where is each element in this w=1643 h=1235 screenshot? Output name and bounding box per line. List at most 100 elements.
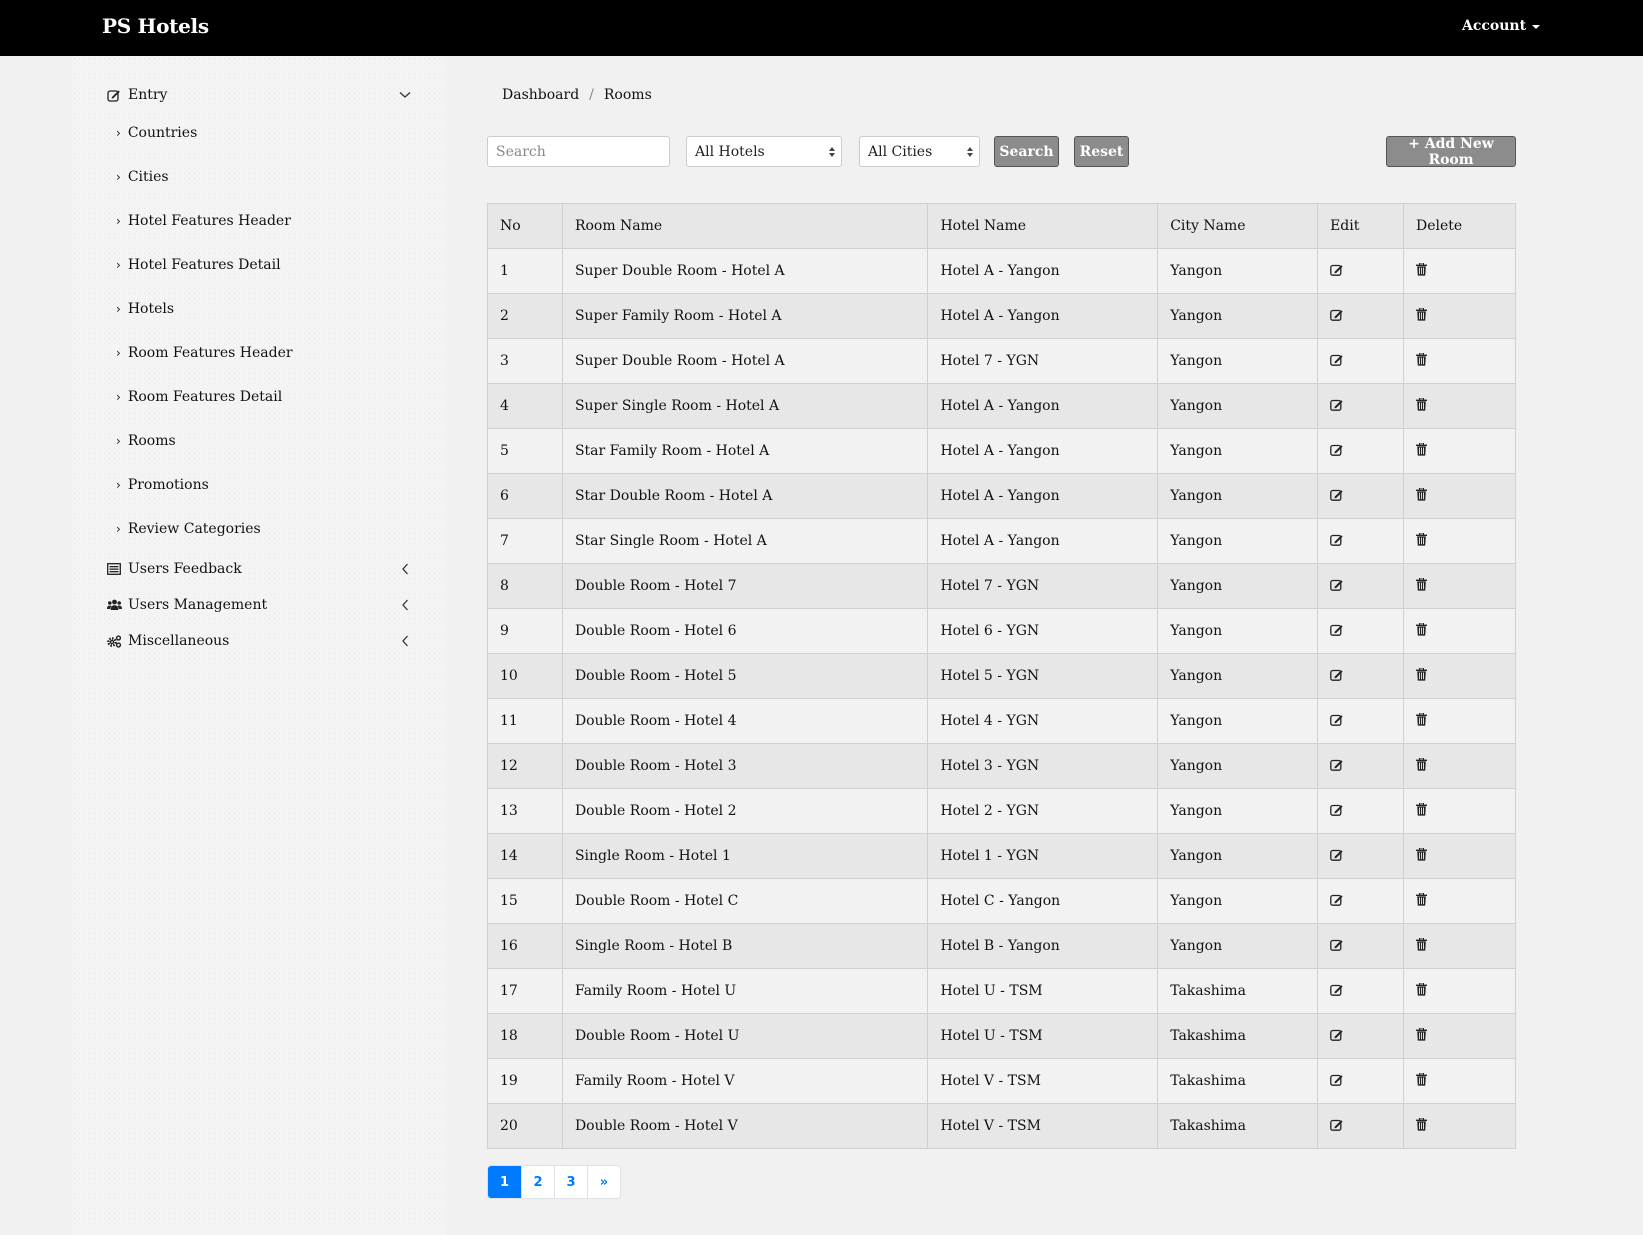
search-button[interactable]: Search: [994, 136, 1059, 167]
edit-icon[interactable]: [1330, 623, 1344, 636]
city-select[interactable]: All Cities: [859, 136, 980, 167]
brand-logo[interactable]: PS Hotels: [102, 14, 209, 38]
edit-icon[interactable]: [1330, 803, 1344, 816]
trash-icon[interactable]: [1416, 802, 1428, 816]
cell-no: 15: [487, 878, 563, 924]
trash-icon[interactable]: [1416, 937, 1428, 951]
table-row: 14 Single Room - Hotel 1 Hotel 1 - YGN Yang…: [487, 833, 1516, 879]
cell-room-name: Double Room - Hotel U: [561, 1013, 929, 1059]
sidebar-item-hotel-features-header[interactable]: › Hotel Features Header: [116, 210, 291, 232]
edit-icon[interactable]: [1330, 713, 1344, 726]
trash-icon[interactable]: [1416, 397, 1428, 411]
trash-icon[interactable]: [1416, 892, 1428, 906]
users-icon: [106, 597, 122, 613]
sidebar: Entry › Countries › Cities › Hotel Features…: [72, 56, 446, 1235]
sidebar-item-room-features-detail[interactable]: › Room Features Detail: [116, 386, 282, 408]
cell-city-name: Yangon: [1157, 923, 1319, 969]
breadcrumb-dashboard[interactable]: Dashboard: [502, 87, 579, 103]
cell-city-name: Yangon: [1157, 788, 1319, 834]
cell-hotel-name: Hotel V - TSM: [927, 1103, 1159, 1149]
trash-icon[interactable]: [1416, 757, 1428, 771]
sidebar-item-room-features-header[interactable]: › Room Features Header: [116, 342, 293, 364]
edit-icon[interactable]: [1330, 263, 1344, 276]
cell-delete: [1403, 563, 1516, 609]
edit-icon[interactable]: [1330, 533, 1344, 546]
trash-icon[interactable]: [1416, 352, 1428, 366]
trash-icon[interactable]: [1416, 442, 1428, 456]
search-input[interactable]: [487, 136, 670, 167]
cell-room-name: Double Room - Hotel 5: [561, 653, 929, 699]
cell-delete: [1403, 383, 1516, 429]
trash-icon[interactable]: [1416, 1072, 1428, 1086]
trash-icon[interactable]: [1416, 667, 1428, 681]
caret-down-icon: [1532, 24, 1541, 29]
trash-icon[interactable]: [1416, 487, 1428, 501]
trash-icon[interactable]: [1416, 577, 1428, 591]
cell-delete: [1403, 788, 1516, 834]
cell-delete: [1403, 1103, 1516, 1149]
sidebar-group-users-management[interactable]: Users Management: [106, 593, 412, 617]
sidebar-item-countries[interactable]: › Countries: [116, 122, 197, 144]
sidebar-item-hotel-features-detail[interactable]: › Hotel Features Detail: [116, 254, 281, 276]
cell-city-name: Yangon: [1157, 338, 1319, 384]
trash-icon[interactable]: [1416, 262, 1428, 276]
cell-delete: [1403, 473, 1516, 519]
edit-icon[interactable]: [1330, 893, 1344, 906]
trash-icon[interactable]: [1416, 1027, 1428, 1041]
edit-icon[interactable]: [1330, 308, 1344, 321]
sidebar-group-users-feedback[interactable]: Users Feedback: [106, 557, 412, 581]
cell-hotel-name: Hotel 7 - YGN: [927, 563, 1159, 609]
edit-icon[interactable]: [1330, 848, 1344, 861]
sidebar-group-miscellaneous[interactable]: Miscellaneous: [106, 629, 412, 653]
edit-icon[interactable]: [1330, 758, 1344, 771]
edit-icon[interactable]: [1330, 983, 1344, 996]
edit-icon[interactable]: [1330, 668, 1344, 681]
trash-icon[interactable]: [1416, 982, 1428, 996]
cell-room-name: Double Room - Hotel 2: [561, 788, 929, 834]
chevron-left-icon: [398, 634, 412, 648]
edit-icon[interactable]: [1330, 443, 1344, 456]
trash-icon[interactable]: [1416, 532, 1428, 546]
add-new-room-button[interactable]: + Add New Room: [1386, 136, 1516, 168]
reset-button[interactable]: Reset: [1074, 136, 1129, 167]
trash-icon[interactable]: [1416, 622, 1428, 636]
page-next[interactable]: »: [587, 1166, 620, 1198]
table-row: 5 Star Family Room - Hotel A Hotel A - Yan…: [487, 428, 1516, 474]
cell-edit: [1317, 518, 1405, 564]
sidebar-item-review-categories[interactable]: › Review Categories: [116, 518, 261, 540]
cell-edit: [1317, 248, 1405, 294]
cell-edit: [1317, 428, 1405, 474]
trash-icon[interactable]: [1416, 712, 1428, 726]
trash-icon[interactable]: [1416, 847, 1428, 861]
sidebar-item-rooms[interactable]: › Rooms: [116, 430, 176, 452]
edit-icon[interactable]: [1330, 398, 1344, 411]
sidebar-item-cities[interactable]: › Cities: [116, 166, 169, 188]
edit-icon[interactable]: [1330, 1028, 1344, 1041]
edit-icon[interactable]: [1330, 938, 1344, 951]
table-row: 12 Double Room - Hotel 3 Hotel 3 - YGN Yang…: [487, 743, 1516, 789]
hotel-select[interactable]: All Hotels: [686, 136, 842, 167]
sidebar-group-entry[interactable]: Entry: [106, 83, 412, 107]
account-dropdown[interactable]: Account: [1462, 18, 1541, 34]
edit-icon[interactable]: [1330, 488, 1344, 501]
sidebar-item-hotels[interactable]: › Hotels: [116, 298, 174, 320]
page-2[interactable]: 2: [521, 1166, 554, 1198]
sidebar-item-label: Cities: [127, 169, 169, 185]
page-1[interactable]: 1: [488, 1166, 521, 1198]
cell-delete: [1403, 518, 1516, 564]
trash-icon[interactable]: [1416, 1117, 1428, 1131]
page-3[interactable]: 3: [554, 1166, 587, 1198]
sidebar-item-promotions[interactable]: › Promotions: [116, 474, 209, 496]
sidebar-item-label: Countries: [127, 125, 198, 141]
edit-icon[interactable]: [1330, 1073, 1344, 1086]
edit-icon[interactable]: [1330, 578, 1344, 591]
cell-edit: [1317, 743, 1405, 789]
cell-delete: [1403, 923, 1516, 969]
cell-no: 14: [487, 833, 563, 879]
edit-icon[interactable]: [1330, 1118, 1344, 1131]
cell-no: 3: [487, 338, 563, 384]
edit-icon[interactable]: [1330, 353, 1344, 366]
cell-edit: [1317, 1103, 1405, 1149]
hotel-select-value: All Hotels: [695, 143, 765, 160]
trash-icon[interactable]: [1416, 307, 1428, 321]
